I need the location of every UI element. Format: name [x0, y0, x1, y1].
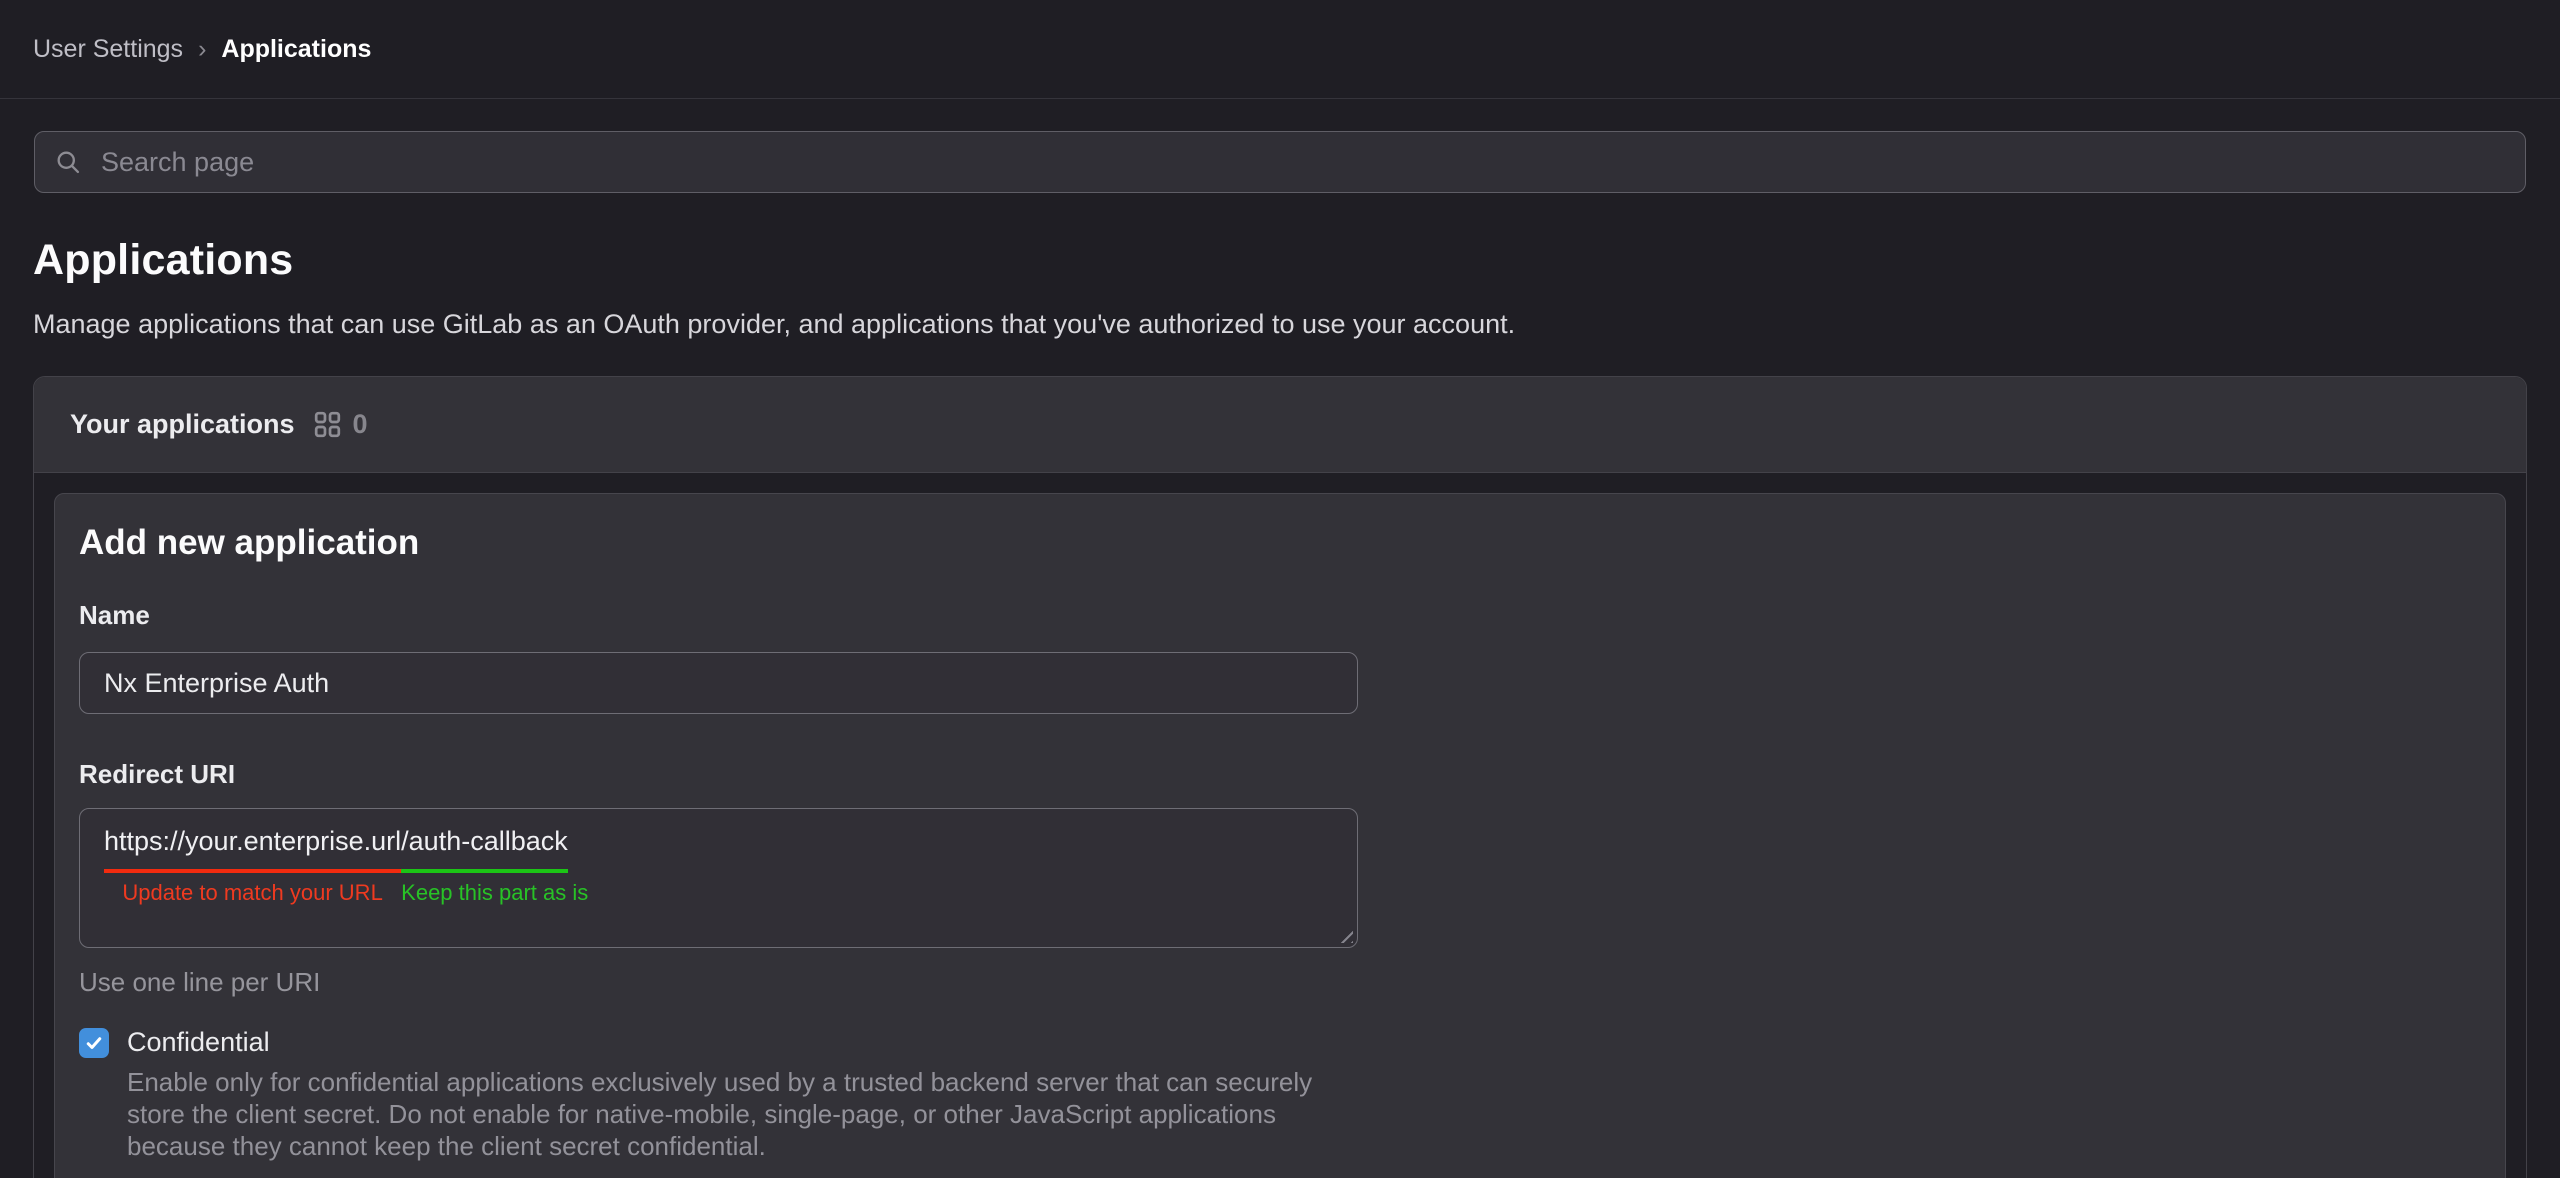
add-application-card: Add new application Name Redirect URI ht… [54, 493, 2506, 1178]
confidential-help-text: Enable only for confidential application… [127, 1066, 1377, 1162]
your-applications-header: Your applications 0 [34, 377, 2526, 473]
breadcrumb-user-settings[interactable]: User Settings [33, 35, 183, 64]
page-title: Applications [33, 237, 2527, 283]
redirect-uri-host-part: https://your.enterprise.url [104, 826, 401, 873]
name-label: Name [79, 601, 2481, 629]
textarea-resize-handle[interactable] [1337, 927, 1353, 943]
redirect-uri-label: Redirect URI [79, 760, 2481, 788]
breadcrumb: User Settings › Applications [0, 0, 2560, 99]
search-input[interactable] [34, 131, 2526, 193]
panel-body: Add new application Name Redirect URI ht… [34, 473, 2526, 1178]
page-search [34, 131, 2526, 193]
applications-grid-icon [314, 411, 341, 438]
redirect-uri-textarea[interactable]: https://your.enterprise.url/auth-callbac… [79, 808, 1358, 948]
redirect-uri-value: https://your.enterprise.url/auth-callbac… [104, 826, 1333, 873]
confidential-checkbox[interactable] [79, 1028, 109, 1058]
redirect-uri-annotations: https://your.enterprise.url Update to ma… [104, 880, 1333, 906]
annotation-update-url: Update to match your URL [122, 880, 382, 906]
redirect-uri-path-part: /auth-callback [401, 826, 568, 873]
confidential-label[interactable]: Confidential [127, 1027, 270, 1058]
applications-count-badge: 0 [353, 409, 368, 440]
page-description: Manage applications that can use GitLab … [33, 310, 2527, 339]
add-application-heading: Add new application [79, 523, 2481, 563]
breadcrumb-applications: Applications [221, 35, 371, 64]
redirect-uri-hint: Use one line per URI [79, 967, 2481, 997]
checkmark-icon [84, 1033, 104, 1053]
your-applications-title: Your applications [70, 409, 295, 440]
annotation-keep-part: Keep this part as is [401, 880, 588, 906]
application-name-input[interactable] [79, 652, 1358, 714]
your-applications-panel: Your applications 0 Add new application … [33, 376, 2527, 1178]
confidential-row: Confidential [79, 1027, 2481, 1058]
breadcrumb-separator-icon: › [198, 35, 206, 64]
